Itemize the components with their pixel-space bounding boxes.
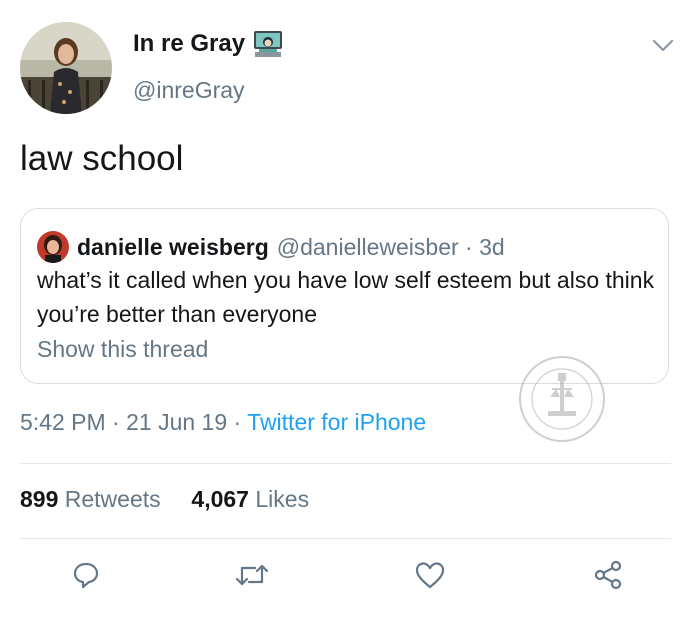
reply-icon[interactable] — [64, 555, 108, 595]
author-display-name[interactable]: In re Gray — [133, 30, 245, 58]
divider — [20, 463, 671, 464]
quoted-author-avatar — [37, 231, 69, 263]
author-display-name-row[interactable]: In re Gray — [133, 30, 283, 58]
tweet-date: 21 Jun 19 — [126, 409, 228, 435]
quoted-tweet-text: what’s it called when you have low self … — [37, 267, 655, 327]
author-handle[interactable]: @inreGray — [133, 77, 245, 104]
likes-stat[interactable]: 4,067 Likes — [191, 486, 309, 512]
tweet-meta: 5:42 PM · 21 Jun 19 · Twitter for iPhone — [20, 409, 426, 436]
likes-count: 4,067 — [191, 486, 249, 512]
person-at-computer-emoji-icon — [253, 30, 283, 58]
tweet-actions — [0, 555, 692, 595]
quoted-separator: · — [458, 233, 480, 260]
retweet-icon[interactable] — [230, 555, 274, 595]
likes-label: Likes — [248, 486, 310, 512]
retweets-label: Retweets — [58, 486, 161, 512]
quoted-author-name: danielle weisberg — [77, 233, 269, 260]
meta-separator-1: · — [105, 409, 127, 435]
tweet-source-link[interactable]: Twitter for iPhone — [247, 409, 426, 435]
retweets-stat[interactable]: 899 Retweets — [20, 486, 161, 512]
quoted-tweet-header: danielle weisberg @danielleweisber · 3d — [37, 231, 505, 263]
chevron-down-icon[interactable] — [652, 38, 674, 54]
show-thread-link[interactable]: Show this thread — [37, 336, 208, 363]
tweet-text: law school — [20, 139, 184, 178]
tweet-stats: 899 Retweets 4,067 Likes — [20, 486, 309, 513]
watermark-logo — [508, 353, 616, 445]
tweet-time: 5:42 PM — [20, 409, 106, 435]
quoted-handle-text: @danielleweisber — [276, 233, 459, 260]
author-avatar[interactable] — [20, 22, 112, 114]
share-icon[interactable] — [586, 555, 630, 595]
heart-icon[interactable] — [408, 555, 452, 595]
quoted-author-handle: @danielleweisber · 3d — [277, 234, 505, 261]
divider — [20, 538, 671, 539]
retweets-count: 899 — [20, 486, 59, 512]
quoted-age: 3d — [479, 233, 505, 260]
meta-separator-2: · — [227, 409, 248, 435]
